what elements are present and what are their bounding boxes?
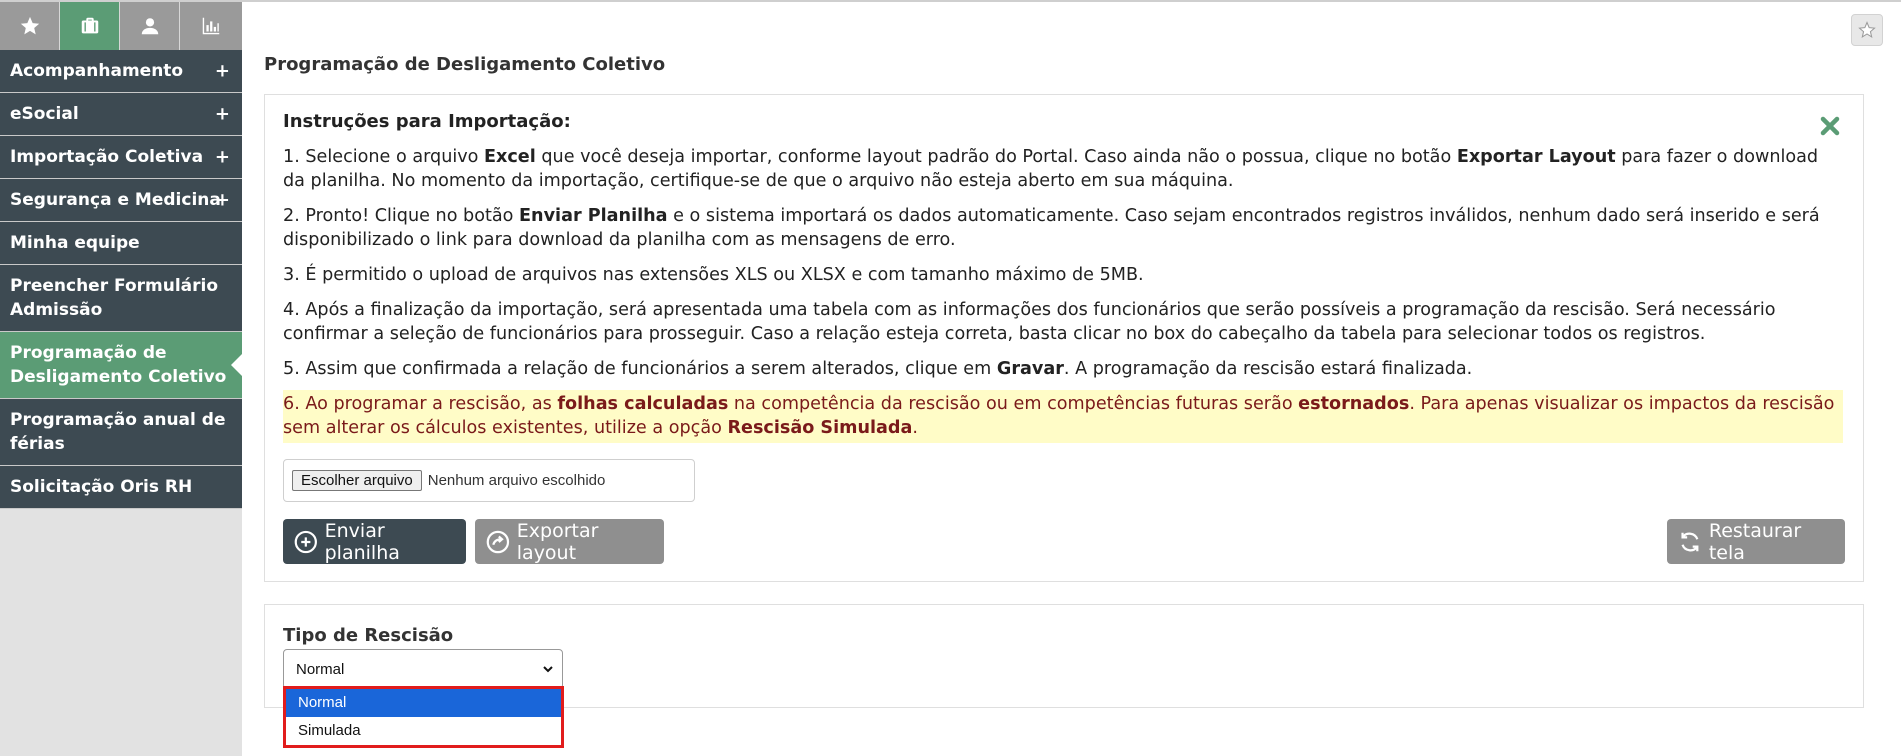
sidebar-item-importacao-coletiva[interactable]: Importação Coletiva +	[0, 136, 242, 179]
upload-icon	[294, 530, 317, 553]
sidebar-item-label: Programação anual de férias	[10, 410, 226, 454]
expand-icon[interactable]: +	[215, 104, 230, 125]
sidebar-item-esocial[interactable]: eSocial +	[0, 93, 242, 136]
import-panel: Instruções para Importação: 1. Selecione…	[264, 94, 1864, 582]
instruction-step-4: 4. Após a finalização da importação, ser…	[283, 300, 1776, 344]
dropdown-option-normal[interactable]: Normal	[286, 689, 561, 717]
restore-screen-label: Restaurar tela	[1708, 519, 1802, 564]
tab-favorites[interactable]	[0, 2, 60, 50]
sidebar-item-label: Minha equipe	[10, 233, 140, 253]
export-layout-button[interactable]: Exportar layout	[475, 519, 664, 564]
sidebar-item-formulario-admissao[interactable]: Preencher Formulário Admissão	[0, 265, 242, 332]
sidebar-item-desligamento-coletivo[interactable]: Programação de Desligamento Coletivo	[0, 332, 242, 399]
expand-icon[interactable]: +	[215, 190, 230, 211]
sidebar-item-label: Preencher Formulário Admissão	[10, 276, 219, 320]
rescisao-type-dropdown: Normal Simulada	[283, 686, 564, 748]
sidebar-item-label: Importação Coletiva	[10, 147, 204, 167]
favorite-button[interactable]	[1851, 14, 1883, 46]
instructions-list: 1. Selecione o arquivo Excel que você de…	[283, 145, 1843, 454]
sidebar-item-seguranca-medicina[interactable]: Segurança e Medicina +	[0, 179, 242, 222]
export-layout-label: Exportar layout	[516, 519, 599, 564]
sidebar-item-minha-equipe[interactable]: Minha equipe	[0, 222, 242, 265]
sidebar-item-acompanhamento[interactable]: Acompanhamento +	[0, 50, 242, 93]
tab-profile[interactable]	[120, 2, 180, 50]
sidebar-item-label: Programação de Desligamento Coletivo	[10, 343, 227, 387]
star-icon	[1858, 21, 1876, 39]
file-status-text: Nenhum arquivo escolhido	[427, 472, 606, 489]
instruction-step-6-warning: 6. Ao programar a rescisão, as folhas ca…	[283, 390, 1843, 443]
main-content: Programação de Desligamento Coletivo Ins…	[242, 2, 1901, 756]
instructions-title: Instruções para Importação:	[283, 111, 571, 132]
sidebar-item-label: Segurança e Medicina	[10, 190, 221, 210]
chevron-down-icon	[543, 666, 553, 673]
sidebar-item-ferias-anual[interactable]: Programação anual de férias	[0, 399, 242, 466]
expand-icon[interactable]: +	[215, 61, 230, 82]
bar-chart-icon	[202, 17, 220, 35]
briefcase-icon	[81, 17, 98, 34]
page-title: Programação de Desligamento Coletivo	[264, 54, 666, 75]
expand-icon[interactable]: +	[215, 147, 230, 168]
instruction-step-3: 3. É permitido o upload de arquivos nas …	[283, 265, 1144, 285]
user-icon	[141, 18, 158, 35]
send-spreadsheet-button[interactable]: Enviar planilha	[283, 519, 466, 564]
rescisao-type-select[interactable]: Normal	[283, 649, 563, 689]
send-spreadsheet-label: Enviar planilha	[324, 519, 400, 564]
sidebar-item-label: Solicitação Oris RH	[10, 477, 193, 497]
sidebar-item-oris-rh[interactable]: Solicitação Oris RH	[0, 466, 242, 509]
rescisao-type-label: Tipo de Rescisão	[283, 625, 454, 646]
sidebar-item-label: eSocial	[10, 104, 79, 124]
instruction-step-1: 1. Selecione o arquivo Excel que você de…	[283, 147, 1819, 191]
sidebar: Acompanhamento + eSocial + Importação Co…	[0, 2, 242, 756]
choose-file-button[interactable]: Escolher arquivo	[292, 470, 422, 491]
instruction-step-5: 5. Assim que confirmada a relação de fun…	[283, 359, 1473, 379]
file-upload-field[interactable]: Escolher arquivo Nenhum arquivo escolhid…	[283, 459, 695, 502]
instruction-step-2: 2. Pronto! Clique no botão Enviar Planil…	[283, 206, 1820, 250]
tab-reports[interactable]	[180, 2, 242, 50]
sidebar-item-label: Acompanhamento	[10, 61, 184, 81]
tab-work[interactable]	[60, 2, 120, 50]
sidebar-top-tabs	[0, 2, 242, 50]
select-value: Normal	[296, 660, 345, 678]
refresh-icon	[1681, 532, 1699, 551]
restore-screen-button[interactable]: Restaurar tela	[1667, 519, 1845, 564]
share-icon	[486, 530, 510, 553]
close-icon[interactable]	[1819, 115, 1841, 137]
star-icon	[20, 16, 39, 35]
dropdown-option-simulada[interactable]: Simulada	[286, 717, 561, 745]
